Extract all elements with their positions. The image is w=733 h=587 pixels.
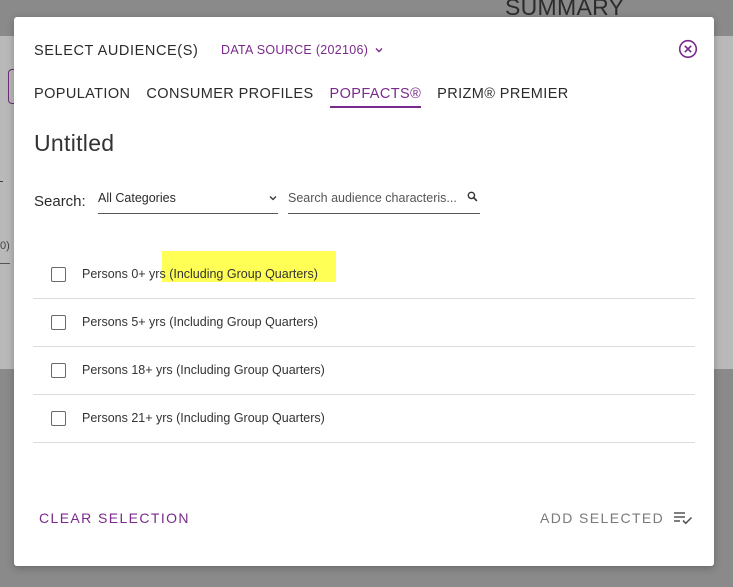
clear-selection-button[interactable]: CLEAR SELECTION bbox=[39, 510, 190, 526]
search-label: Search: bbox=[34, 193, 86, 210]
item-label: Persons 21+ yrs (Including Group Quarter… bbox=[82, 411, 325, 425]
dialog-title: SELECT AUDIENCE(S) bbox=[34, 43, 199, 59]
category-select[interactable]: All Categories bbox=[98, 186, 278, 214]
item-label: Persons 0+ yrs (Including Group Quarters… bbox=[82, 267, 318, 281]
add-selected-label: ADD SELECTED bbox=[540, 510, 665, 526]
category-select-value: All Categories bbox=[98, 191, 176, 205]
list-item: Persons 21+ yrs (Including Group Quarter… bbox=[33, 395, 695, 443]
item-checkbox[interactable] bbox=[51, 315, 66, 330]
audience-name[interactable]: Untitled bbox=[34, 130, 114, 157]
item-label: Persons 18+ yrs (Including Group Quarter… bbox=[82, 363, 325, 377]
data-source-dropdown[interactable]: DATA SOURCE (202106) bbox=[221, 43, 384, 57]
tab-prizm-premier[interactable]: PRIZM® PREMIER bbox=[437, 86, 568, 108]
item-checkbox[interactable] bbox=[51, 267, 66, 282]
chevron-down-icon bbox=[375, 48, 383, 53]
playlist-add-check-icon bbox=[674, 512, 693, 525]
background-text-fragment: 0) bbox=[0, 240, 10, 252]
audience-list: Persons 0+ yrs (Including Group Quarters… bbox=[33, 251, 695, 443]
item-label: Persons 5+ yrs (Including Group Quarters… bbox=[82, 315, 318, 329]
list-item: Persons 0+ yrs (Including Group Quarters… bbox=[33, 251, 695, 299]
background-divider bbox=[0, 181, 3, 182]
list-item: Persons 18+ yrs (Including Group Quarter… bbox=[33, 347, 695, 395]
item-checkbox[interactable] bbox=[51, 411, 66, 426]
search-field bbox=[288, 186, 480, 214]
search-icon[interactable] bbox=[467, 191, 478, 202]
search-input[interactable] bbox=[288, 188, 460, 208]
tab-population[interactable]: POPULATION bbox=[34, 86, 130, 108]
tab-consumer-profiles[interactable]: CONSUMER PROFILES bbox=[146, 86, 313, 108]
item-checkbox[interactable] bbox=[51, 363, 66, 378]
select-audience-dialog: SELECT AUDIENCE(S) DATA SOURCE (202106) … bbox=[14, 17, 714, 566]
chevron-down-icon bbox=[269, 196, 277, 201]
source-tabs: POPULATION CONSUMER PROFILES POPFACTS® P… bbox=[34, 86, 569, 108]
add-selected-button[interactable]: ADD SELECTED bbox=[540, 510, 693, 526]
background-divider bbox=[0, 263, 10, 264]
data-source-label: DATA SOURCE (202106) bbox=[221, 43, 369, 57]
list-item: Persons 5+ yrs (Including Group Quarters… bbox=[33, 299, 695, 347]
close-icon[interactable] bbox=[678, 39, 698, 59]
tab-popfacts[interactable]: POPFACTS® bbox=[329, 86, 422, 108]
